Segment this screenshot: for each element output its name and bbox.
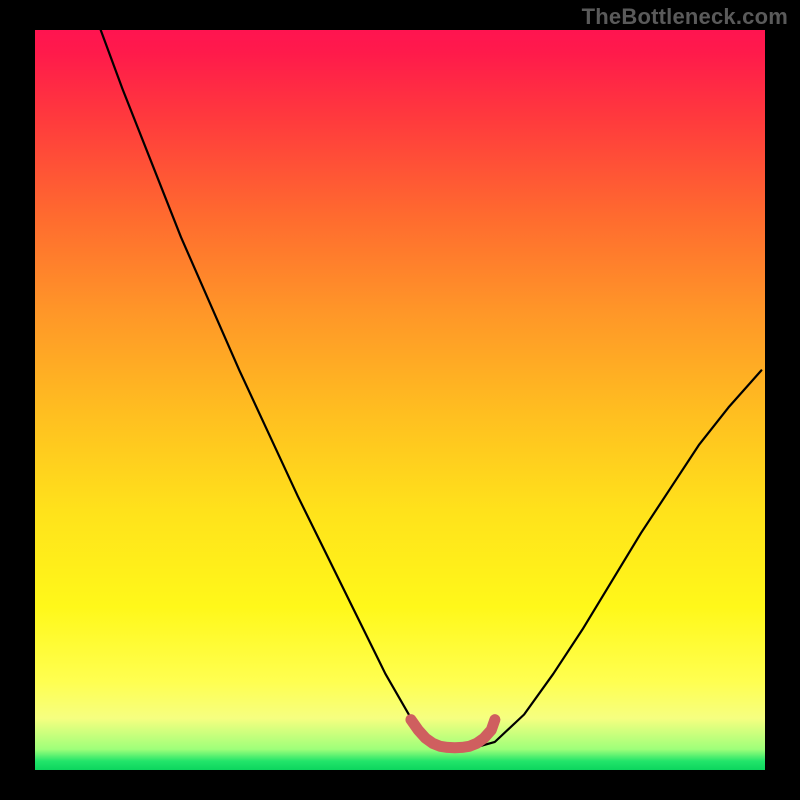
main-curve (101, 30, 762, 748)
plot-area (35, 30, 765, 770)
chart-frame: TheBottleneck.com (0, 0, 800, 800)
chart-svg (35, 30, 765, 770)
watermark-text: TheBottleneck.com (582, 4, 788, 30)
highlight-curve (411, 720, 495, 748)
